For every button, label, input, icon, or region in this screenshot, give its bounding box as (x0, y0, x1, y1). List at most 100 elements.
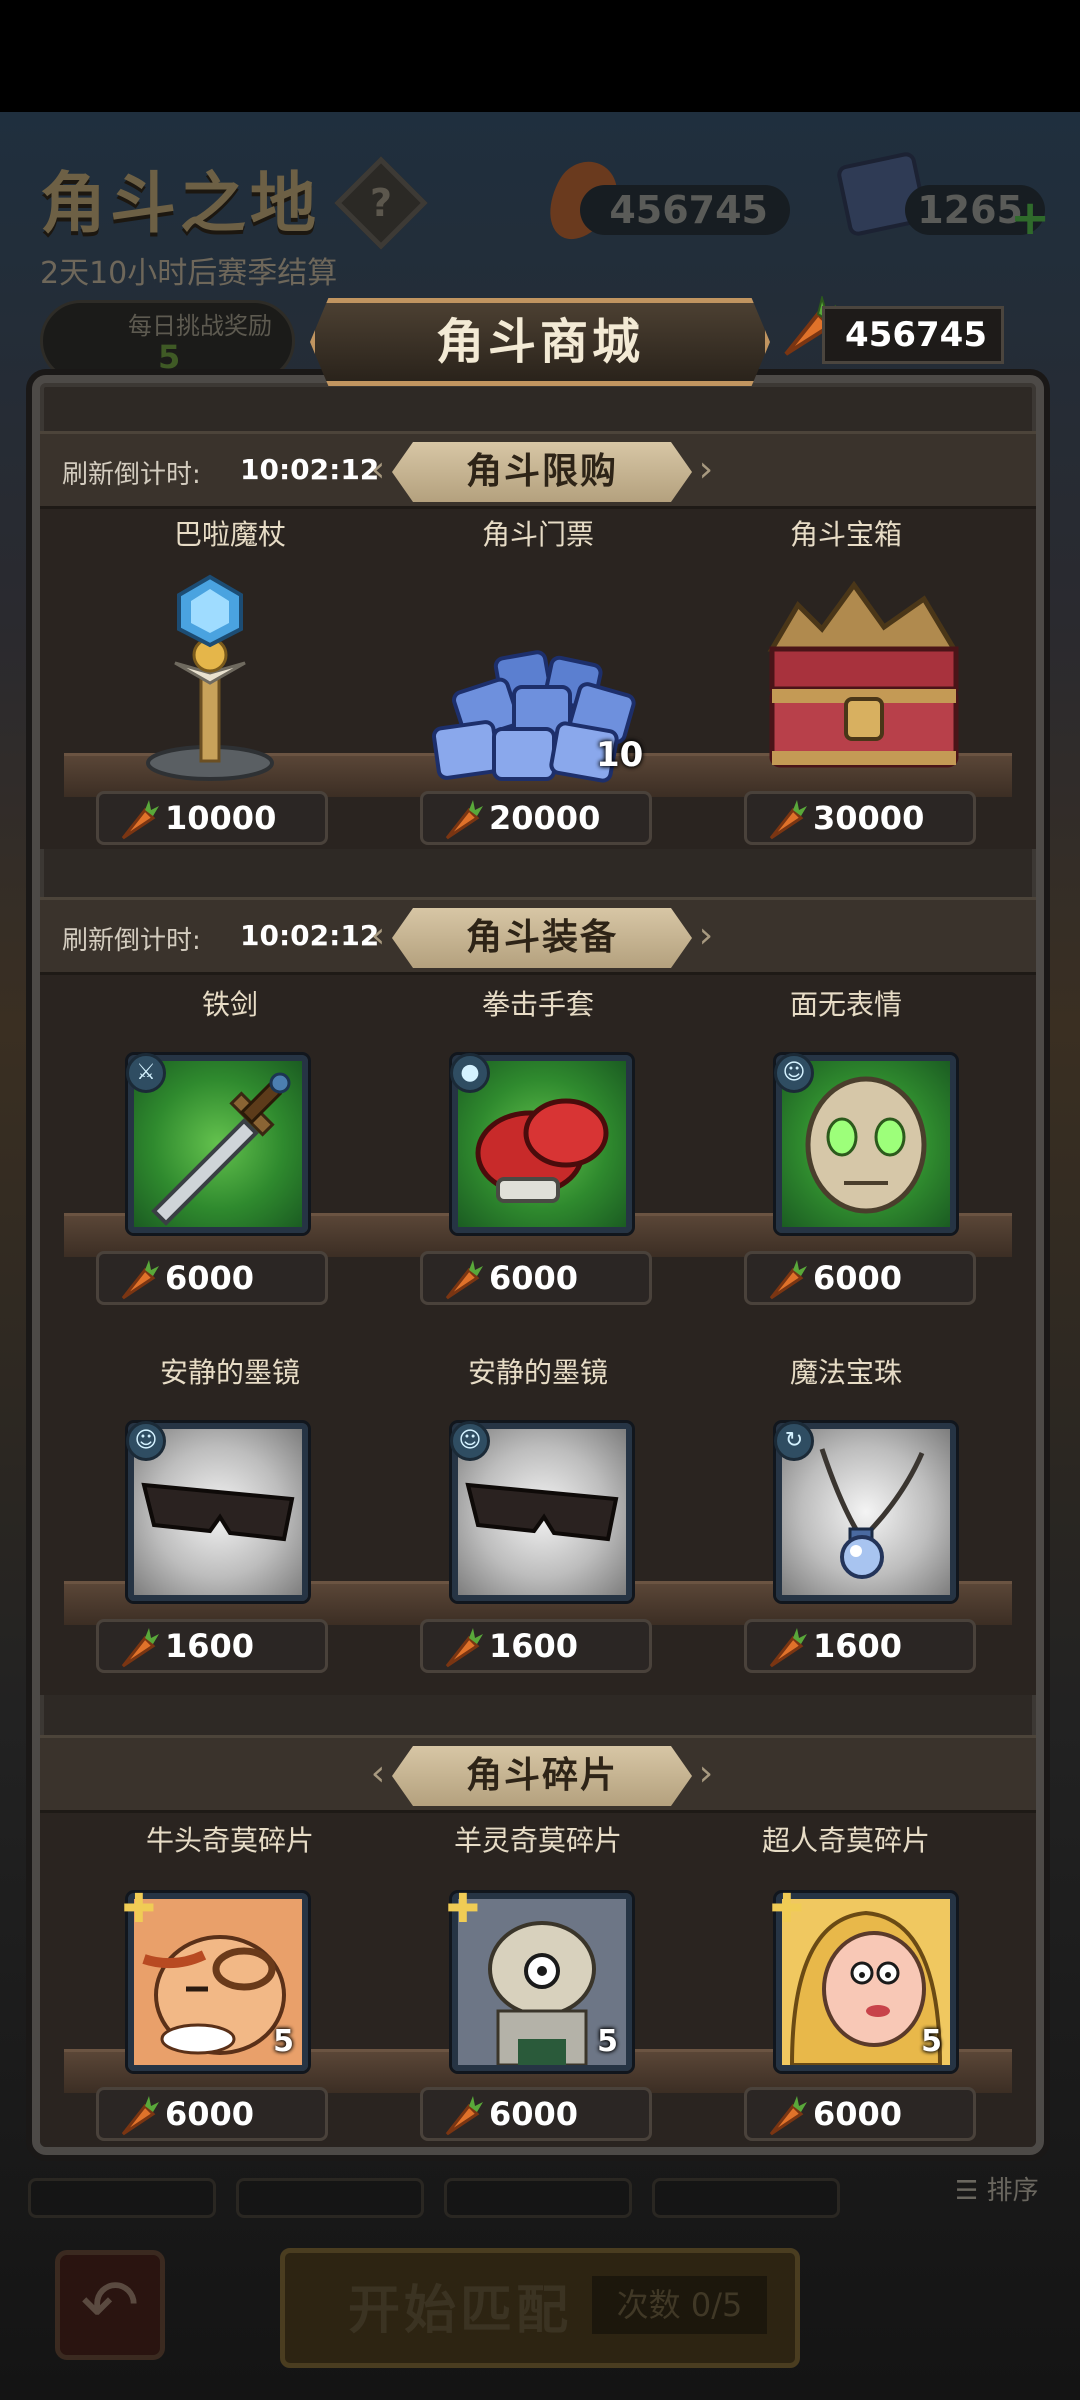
carrot-icon (769, 800, 807, 840)
fragments-shelf: 牛头奇莫碎片 ✚ 5 6000 羊灵奇莫碎片 ✚ 5 6000 超人奇莫碎片 ✚… (40, 1813, 1036, 2147)
back-button[interactable]: ↶ (55, 2250, 165, 2360)
item-card[interactable]: ☺ (126, 1421, 308, 1601)
carrot-icon (769, 2096, 807, 2136)
shop-item[interactable]: 巴啦魔杖 (80, 515, 380, 555)
price-value: 6000 (813, 2095, 903, 2133)
item-card[interactable]: ● (450, 1053, 632, 1233)
carrot-icon (769, 1628, 807, 1668)
fragments-section-header: ‹ 角斗碎片 › (40, 1735, 1036, 1813)
shop-item[interactable]: 羊灵奇莫碎片 (388, 1821, 688, 1861)
shop-item[interactable]: 面无表情 (696, 985, 996, 1025)
price-button[interactable]: 6000 (96, 2087, 328, 2141)
price-value: 6000 (813, 1259, 903, 1297)
equipment-section-header: 刷新倒计时: 10:02:12 ‹ 角斗装备 › (40, 897, 1036, 975)
item-name: 面无表情 (789, 988, 902, 1021)
price-button[interactable]: 6000 (744, 1251, 976, 1305)
sort-button[interactable]: ☰ 排序 (955, 2170, 1039, 2207)
carrot-icon (121, 800, 159, 840)
shop-item[interactable]: 安静的墨镜 (388, 1353, 688, 1393)
add-tickets-button[interactable]: + (1010, 190, 1050, 246)
item-name: 安静的墨镜 (159, 1356, 300, 1389)
item-name: 巴啦魔杖 (173, 518, 286, 551)
shop-item[interactable]: 牛头奇莫碎片 (80, 1821, 380, 1861)
price-value: 1600 (813, 1627, 903, 1665)
item-name: 角斗门票 (481, 518, 594, 551)
ribbon-right-icon: › (698, 449, 714, 490)
fragment-count: 5 (273, 2024, 294, 2059)
carrot-balance: 456745 (580, 185, 790, 235)
item-name: 魔法宝珠 (789, 1356, 902, 1389)
price-button[interactable]: 6000 (420, 1251, 652, 1305)
price-button[interactable]: 10000 (96, 791, 328, 845)
carrot-icon (445, 800, 483, 840)
shop-carrot-balance: 456745 (822, 306, 1004, 364)
item-card[interactable]: ↻ (774, 1421, 956, 1601)
attempts-counter: 次数 0/5 (592, 2276, 767, 2334)
item-name: 拳击手套 (481, 988, 594, 1021)
arena-title: 角斗之地 (40, 165, 320, 242)
price-value: 6000 (165, 2095, 255, 2133)
shop-item[interactable]: 拳击手套 (388, 985, 688, 1025)
price-button[interactable]: 1600 (420, 1619, 652, 1673)
refresh-timer-label: 刷新倒计时: (62, 460, 201, 490)
slot (444, 2178, 632, 2218)
carrot-icon (445, 1260, 483, 1300)
shop-item[interactable]: 安静的墨镜 (80, 1353, 380, 1393)
section-title: 角斗装备 (465, 917, 618, 958)
carrot-icon (121, 1628, 159, 1668)
price-button[interactable]: 6000 (420, 2087, 652, 2141)
item-name: 安静的墨镜 (467, 1356, 608, 1389)
shop-title: 角斗商城 (435, 314, 644, 370)
daily-reward-count: 5 (158, 338, 181, 376)
puzzle-piece-icon: ✚ (122, 1886, 156, 1932)
price-button[interactable]: 30000 (744, 791, 976, 845)
price-value: 6000 (165, 1259, 255, 1297)
carrot-icon (445, 1628, 483, 1668)
carrot-icon (121, 1260, 159, 1300)
treasure-chest-icon (767, 580, 959, 768)
shop-item[interactable]: 超人奇莫碎片 (696, 1821, 996, 1861)
price-value: 20000 (489, 799, 601, 837)
back-arrow-icon: ↶ (80, 2264, 140, 2346)
item-name: 超人奇莫碎片 (761, 1824, 930, 1857)
price-value: 6000 (489, 1259, 579, 1297)
equipment-shelf: 铁剑 ⚔ 6000 拳击手套 ● 6000 面无表情 ☺ 6000 安静的墨镜 … (40, 975, 1036, 1695)
ribbon-right-icon: › (698, 915, 714, 956)
price-button[interactable]: 1600 (96, 1619, 328, 1673)
carrot-icon (121, 2096, 159, 2136)
price-value: 10000 (165, 799, 277, 837)
price-value: 1600 (489, 1627, 579, 1665)
shop-panel: 刷新倒计时: 10:02:12 ‹ 角斗限购 › 巴啦魔杖 10000 角斗门票 (32, 375, 1044, 2155)
item-name: 铁剑 (201, 988, 258, 1021)
item-card[interactable]: ✚ 5 (770, 1887, 956, 2071)
glasses-type-icon: ☺ (450, 1421, 490, 1461)
bottom-slots (28, 2178, 1028, 2218)
item-card[interactable]: ⚔ (126, 1053, 308, 1233)
shop-item[interactable]: 角斗门票 (388, 515, 688, 555)
ribbon-right-icon: › (698, 1753, 714, 1794)
price-button[interactable]: 6000 (96, 1251, 328, 1305)
item-name: 羊灵奇莫碎片 (453, 1824, 622, 1857)
price-button[interactable]: 20000 (420, 791, 652, 845)
section-title: 角斗碎片 (465, 1755, 618, 1796)
item-card[interactable]: ☺ (450, 1421, 632, 1601)
item-card[interactable]: ☺ (774, 1053, 956, 1233)
list-icon: ☰ (955, 2176, 979, 2206)
slot (236, 2178, 424, 2218)
season-countdown: 2天10小时后赛季结算 (40, 256, 338, 291)
shop-item[interactable]: 魔法宝珠 (696, 1353, 996, 1393)
price-button[interactable]: 1600 (744, 1619, 976, 1673)
shop-item[interactable]: 角斗宝箱 (696, 515, 996, 555)
limited-section-header: 刷新倒计时: 10:02:12 ‹ 角斗限购 › (40, 431, 1036, 509)
puzzle-piece-icon: ✚ (770, 1886, 804, 1932)
item-card[interactable]: ✚ 5 (122, 1887, 308, 2071)
price-button[interactable]: 6000 (744, 2087, 976, 2141)
price-value: 6000 (489, 2095, 579, 2133)
item-name: 牛头奇莫碎片 (145, 1824, 314, 1857)
shop-item[interactable]: 铁剑 (80, 985, 380, 1025)
carrot-icon (445, 2096, 483, 2136)
item-card[interactable]: ✚ 5 (446, 1887, 632, 2071)
puzzle-piece-icon: ✚ (446, 1886, 480, 1932)
sword-type-icon: ⚔ (126, 1053, 166, 1093)
necklace-type-icon: ↻ (774, 1421, 814, 1461)
